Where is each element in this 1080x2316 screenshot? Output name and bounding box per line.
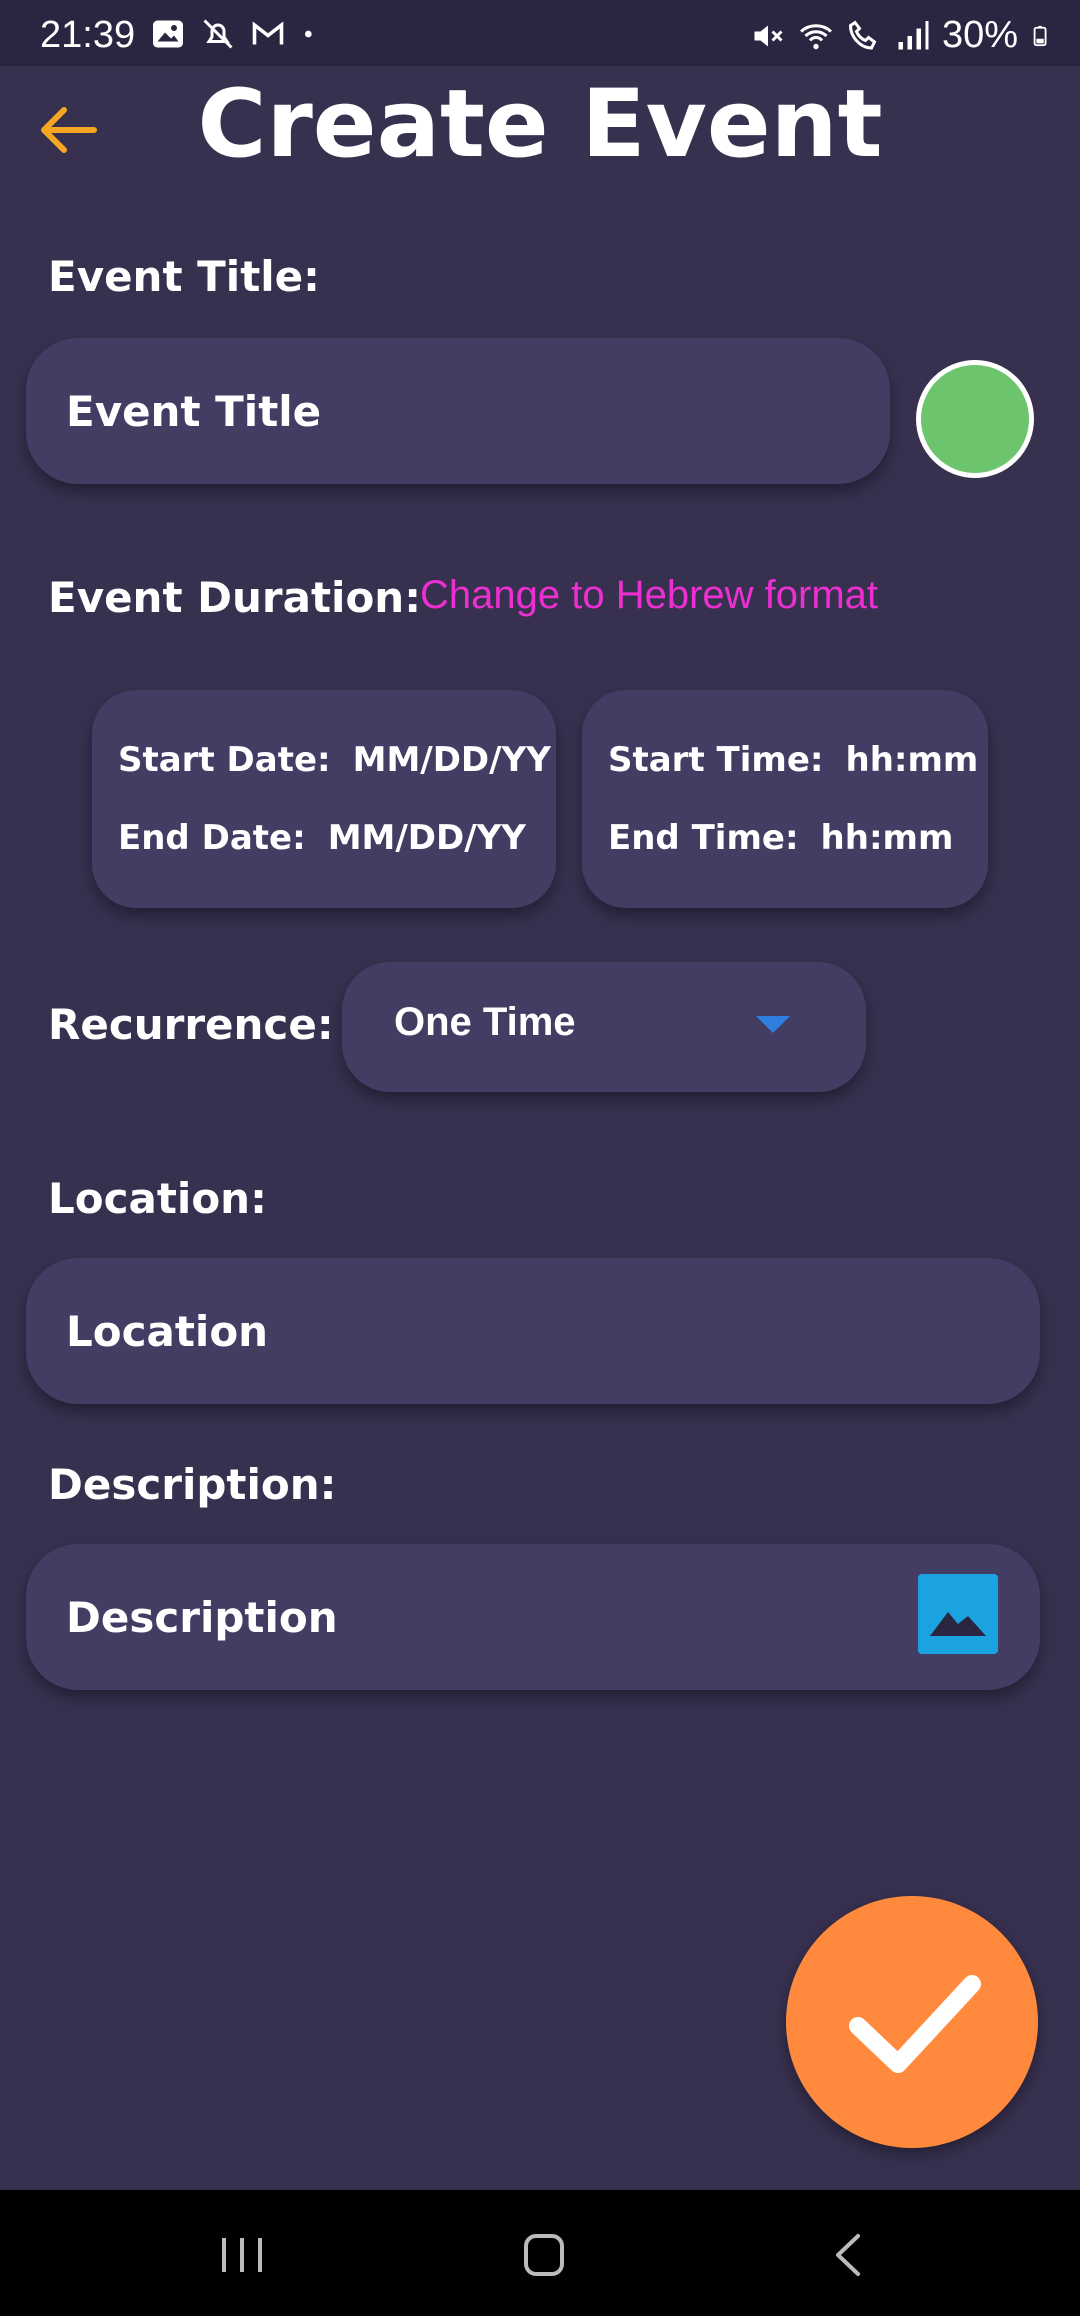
location-input[interactable]: Location: [26, 1258, 1040, 1404]
checkmark-icon: [849, 1975, 981, 2073]
gallery-icon: [153, 20, 183, 48]
mute-icon: [754, 25, 783, 46]
notifications-off-icon: [203, 19, 233, 49]
status-time: 21:39: [40, 14, 136, 56]
description-placeholder: Description: [66, 1592, 338, 1642]
home-icon[interactable]: [514, 2230, 574, 2280]
dropdown-caret-icon: [756, 1016, 790, 1033]
end-date-row[interactable]: End Date: MM/DD/YY: [118, 818, 526, 858]
event-color-picker[interactable]: [916, 360, 1034, 478]
location-label: Location:: [48, 1174, 267, 1223]
status-right: 30%: [750, 14, 1052, 57]
end-time-row[interactable]: End Time: hh:mm: [608, 818, 953, 858]
dot-icon: [305, 30, 312, 38]
battery-icon: [1033, 25, 1047, 46]
recents-icon[interactable]: [212, 2230, 272, 2280]
battery-percent: 30%: [941, 14, 1018, 56]
status-left-icons: [150, 16, 320, 52]
wifi-icon: [799, 23, 832, 49]
recurrence-dropdown[interactable]: One Time: [342, 962, 866, 1092]
start-date-value: MM/DD/YY: [352, 740, 551, 780]
page-title: Create Event: [197, 70, 883, 179]
time-card[interactable]: Start Time: hh:mm End Time: hh:mm: [582, 690, 988, 908]
description-input[interactable]: Description: [26, 1544, 1040, 1690]
system-nav-bar: [0, 2190, 1080, 2316]
save-event-button[interactable]: [786, 1896, 1038, 2148]
event-title-label: Event Title:: [48, 252, 320, 301]
wifi-calling-icon: [848, 19, 877, 50]
start-time-row[interactable]: Start Time: hh:mm: [608, 740, 978, 780]
event-duration-label: Event Duration:: [48, 573, 421, 622]
image-icon[interactable]: [918, 1574, 998, 1654]
signal-icon: [898, 20, 929, 49]
gmail-icon: [252, 21, 284, 45]
end-date-label: End Date:: [118, 818, 306, 858]
status-bar: 21:39 30%: [0, 0, 1080, 66]
end-date-value: MM/DD/YY: [327, 818, 526, 858]
recurrence-selected-value: One Time: [394, 1000, 576, 1044]
start-date-label: Start Date:: [118, 740, 331, 780]
end-time-value: hh:mm: [820, 818, 954, 858]
description-label: Description:: [48, 1460, 337, 1509]
date-card[interactable]: Start Date: MM/DD/YY End Date: MM/DD/YY: [92, 690, 556, 908]
recurrence-label: Recurrence:: [48, 1000, 334, 1049]
end-time-label: End Time:: [608, 818, 799, 858]
back-icon[interactable]: [818, 2230, 878, 2280]
change-to-hebrew-format-link[interactable]: Change to Hebrew format: [420, 573, 878, 618]
start-date-row[interactable]: Start Date: MM/DD/YY: [118, 740, 551, 780]
event-title-input[interactable]: Event Title: [26, 338, 890, 484]
start-time-label: Start Time:: [608, 740, 824, 780]
start-time-value: hh:mm: [845, 740, 979, 780]
